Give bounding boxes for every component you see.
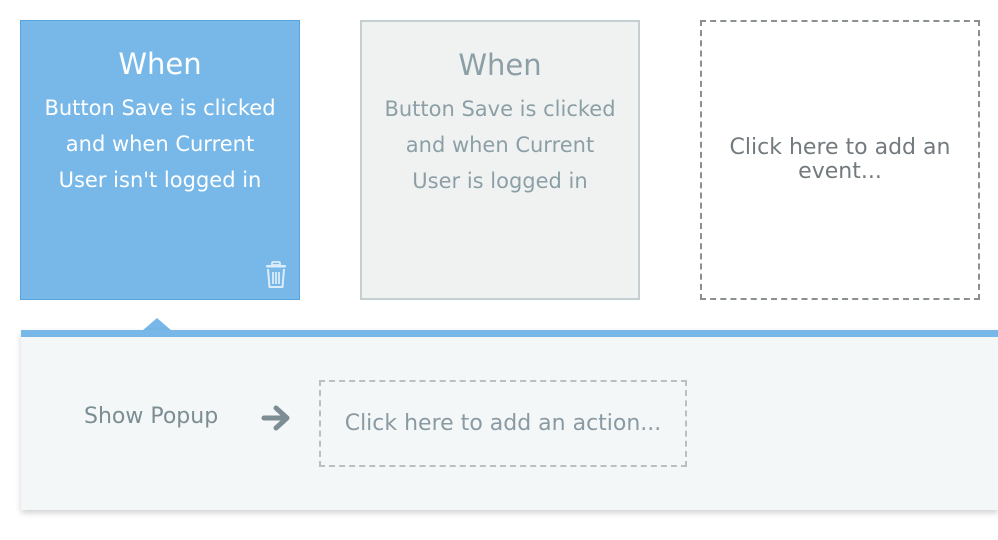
event-desc-line: User isn't logged in [58, 168, 262, 192]
trash-icon[interactable] [263, 261, 289, 289]
add-event-button[interactable]: Click here to add an event... [700, 20, 980, 300]
event-card-selected[interactable]: When Button Save is clicked and when Cur… [20, 20, 300, 300]
workflow-editor: When Button Save is clicked and when Cur… [0, 0, 998, 540]
event-desc-line: User is logged in [412, 169, 588, 193]
event-description: Button Save is clicked and when Current … [35, 90, 285, 198]
add-action-button[interactable]: Click here to add an action... [319, 380, 687, 467]
add-action-label: Click here to add an action... [344, 411, 662, 436]
event-desc-line: and when Current [405, 133, 595, 157]
action-item-show-popup[interactable]: Show Popup [84, 402, 218, 432]
event-title: When [118, 47, 202, 81]
actions-panel: Show Popup Click here to add an action..… [21, 330, 998, 510]
event-desc-line: and when Current [65, 132, 255, 156]
event-title: When [458, 48, 542, 82]
arrow-right-icon [261, 405, 290, 431]
event-desc-line: Button Save is clicked [44, 96, 276, 120]
event-card[interactable]: When Button Save is clicked and when Cur… [360, 20, 640, 300]
event-description: Button Save is clicked and when Current … [375, 91, 625, 199]
add-event-label: Click here to add an event... [729, 135, 951, 184]
event-desc-line: Button Save is clicked [384, 97, 616, 121]
